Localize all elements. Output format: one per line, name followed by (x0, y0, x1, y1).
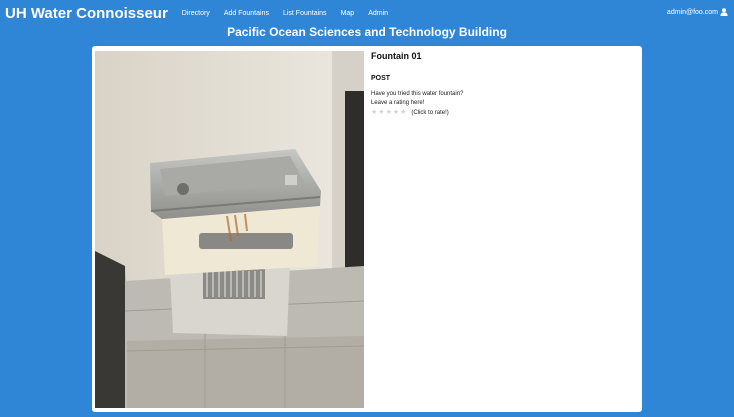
star-rating[interactable]: ★ ★ ★ ★ ★ (371, 109, 407, 117)
fountain-card: Fountain 01 POST Have you tried this wat… (92, 46, 642, 412)
star-icon[interactable]: ★ (378, 109, 384, 117)
fountain-name: Fountain 01 (371, 51, 422, 61)
post-label: POST (371, 75, 391, 82)
rating-prompt-line-1: Have you tried this water fountain? (371, 91, 464, 97)
fountain-details: Fountain 01 POST Have you tried this wat… (371, 51, 631, 117)
nav-link-map[interactable]: Map (341, 10, 355, 17)
nav-link-list-fountains[interactable]: List Fountains (283, 10, 327, 17)
building-title: Pacific Ocean Sciences and Technology Bu… (227, 25, 507, 39)
nav-link-add-fountains[interactable]: Add Fountains (224, 10, 269, 17)
star-icon[interactable]: ★ (386, 109, 392, 117)
fountain-photo (95, 51, 364, 408)
star-icon[interactable]: ★ (400, 109, 406, 117)
rating-row: ★ ★ ★ ★ ★ (Click to rate!) (371, 109, 631, 117)
rating-prompt-line-2: Leave a rating here! (371, 100, 425, 106)
user-icon (720, 8, 728, 16)
user-email: admin@foo.com (666, 8, 718, 16)
navbar: UH Water Connoisseur Directory Add Fount… (0, 0, 734, 26)
brand-title[interactable]: UH Water Connoisseur (5, 5, 168, 22)
nav-links: Directory Add Fountains List Fountains M… (182, 10, 402, 17)
star-icon[interactable]: ★ (371, 109, 377, 117)
rating-prompt: Have you tried this water fountain? Leav… (371, 90, 631, 108)
nav-link-admin[interactable]: Admin (368, 10, 388, 17)
star-icon[interactable]: ★ (393, 109, 399, 117)
nav-link-directory[interactable]: Directory (182, 10, 210, 17)
rating-hint: (Click to rate!) (411, 110, 449, 116)
user-menu[interactable]: admin@foo.com (667, 8, 728, 16)
